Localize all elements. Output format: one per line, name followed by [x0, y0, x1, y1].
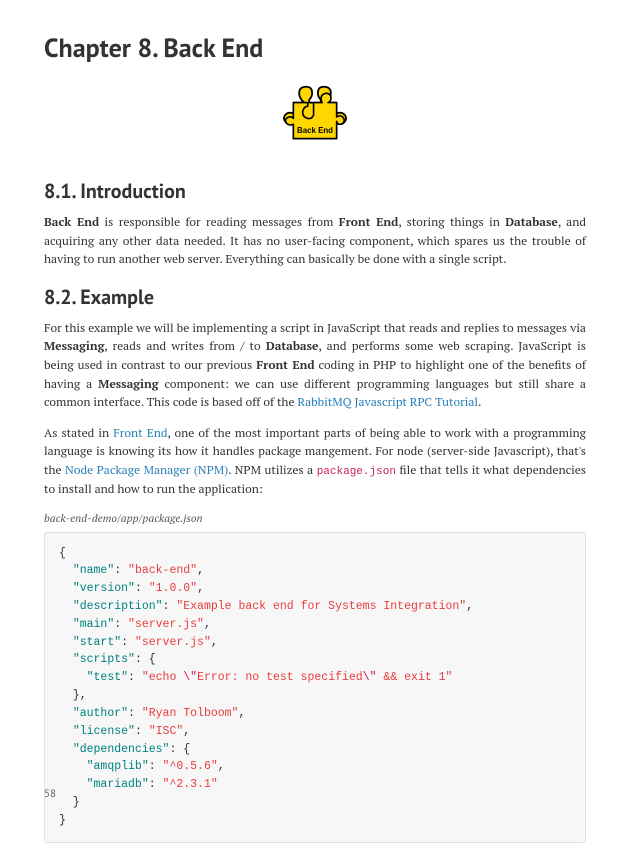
link-rabbitmq-tutorial[interactable]: RabbitMQ Javascript RPC Tutorial [297, 395, 478, 410]
puzzle-piece-icon: Back End [279, 81, 351, 153]
puzzle-piece-illustration: Back End [44, 81, 586, 158]
bold-text: Database [505, 215, 558, 230]
code-caption: back-end-demo/app/package.json [44, 512, 586, 526]
bold-text: Front End [339, 215, 399, 230]
code-block-package-json: { "name": "back-end", "version": "1.0.0"… [44, 532, 586, 843]
chapter-title: Chapter 8. Back End [44, 32, 586, 65]
inline-code: package.json [317, 466, 396, 478]
link-npm[interactable]: Node Package Manager (NPM) [65, 463, 228, 478]
example-paragraph-1: For this example we will be implementing… [44, 320, 586, 413]
bold-text: Front End [256, 358, 314, 373]
bold-text: Messaging [44, 339, 104, 354]
puzzle-label: Back End [297, 126, 333, 135]
section-intro-heading: 8.1. Introduction [44, 178, 586, 204]
intro-paragraph-1: Back End is responsible for reading mess… [44, 214, 586, 270]
bold-text: Back End [44, 215, 99, 230]
example-paragraph-2: As stated in Front End, one of the most … [44, 425, 586, 500]
section-example-heading: 8.2. Example [44, 284, 586, 310]
page-number: 58 [44, 787, 56, 801]
link-front-end[interactable]: Front End [113, 426, 167, 441]
bold-text: Messaging [98, 377, 158, 392]
bold-text: Database [266, 339, 319, 354]
